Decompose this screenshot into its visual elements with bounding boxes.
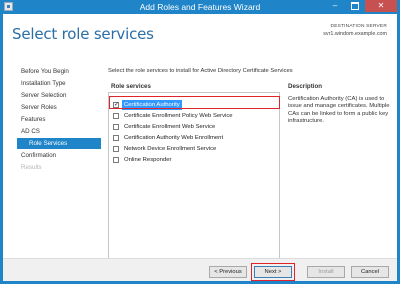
role-checkbox[interactable] bbox=[113, 157, 119, 163]
annotation-highlight-next bbox=[251, 263, 295, 281]
role-label: Network Device Enrollment Service bbox=[124, 146, 217, 152]
nav-item-results: Results bbox=[21, 164, 42, 171]
role-checkbox[interactable] bbox=[113, 113, 119, 119]
nav-item-server-selection[interactable]: Server Selection bbox=[21, 90, 101, 101]
nav-item-ad-cs[interactable]: AD CS bbox=[21, 126, 101, 137]
title-bar[interactable]: Add Roles and Features Wizard – ✕ bbox=[0, 0, 400, 14]
role-label: Online Responder bbox=[124, 157, 172, 163]
maximize-button[interactable] bbox=[345, 0, 365, 12]
role-item-enrollment-policy-web-service[interactable]: Certificate Enrollment Policy Web Servic… bbox=[113, 111, 273, 121]
nav-item-before-you-begin[interactable]: Before You Begin bbox=[21, 66, 101, 77]
role-label: Certificate Enrollment Web Service bbox=[124, 124, 216, 130]
nav-item-label: Role Services bbox=[29, 140, 68, 147]
role-checkbox[interactable] bbox=[113, 124, 119, 130]
previous-button[interactable]: < Previous bbox=[209, 266, 247, 278]
role-item-enrollment-web-service[interactable]: Certificate Enrollment Web Service bbox=[113, 122, 273, 132]
install-button: Install bbox=[307, 266, 345, 278]
nav-item-role-services[interactable]: Role Services bbox=[17, 138, 101, 149]
wizard-nav: Before You Begin Installation Type Serve… bbox=[3, 54, 103, 264]
role-item-network-device-enrollment[interactable]: Network Device Enrollment Service bbox=[113, 144, 273, 154]
wizard-header: Select role services DESTINATION SERVER … bbox=[3, 14, 397, 54]
close-button[interactable]: ✕ bbox=[365, 0, 397, 12]
annotation-highlight-role bbox=[109, 96, 280, 109]
page-title: Select role services bbox=[12, 25, 154, 43]
wizard-footer: < Previous Next > Install Cancel bbox=[3, 258, 397, 281]
cancel-button[interactable]: Cancel bbox=[351, 266, 389, 278]
instruction-text: Select the role services to install for … bbox=[108, 68, 293, 74]
main-panel: Select the role services to install for … bbox=[108, 54, 397, 270]
role-services-list[interactable]: ✓ Certification Authority Certificate En… bbox=[108, 92, 280, 270]
maximize-icon bbox=[351, 1, 359, 10]
wizard-window: Add Roles and Features Wizard – ✕ Select… bbox=[0, 0, 400, 284]
description-text: Certification Authority (CA) is used to … bbox=[288, 96, 390, 125]
role-checkbox[interactable] bbox=[113, 135, 119, 141]
description-heading: Description bbox=[288, 83, 323, 90]
nav-item-installation-type[interactable]: Installation Type bbox=[21, 78, 101, 89]
role-label: Certificate Enrollment Policy Web Servic… bbox=[124, 113, 233, 119]
role-label: Certification Authority Web Enrollment bbox=[124, 135, 224, 141]
wizard-content: Select role services DESTINATION SERVER … bbox=[3, 14, 397, 281]
nav-item-features[interactable]: Features bbox=[21, 114, 101, 125]
destination-server-name: svr1.windom.example.com bbox=[323, 31, 387, 37]
nav-item-server-roles[interactable]: Server Roles bbox=[21, 102, 101, 113]
role-checkbox[interactable] bbox=[113, 146, 119, 152]
minimize-button[interactable]: – bbox=[325, 0, 345, 12]
destination-server-label: DESTINATION SERVER bbox=[330, 24, 387, 29]
role-item-ca-web-enrollment[interactable]: Certification Authority Web Enrollment bbox=[113, 133, 273, 143]
role-item-online-responder[interactable]: Online Responder bbox=[113, 155, 273, 165]
role-services-heading: Role services bbox=[111, 83, 151, 90]
nav-item-confirmation[interactable]: Confirmation bbox=[21, 150, 101, 161]
